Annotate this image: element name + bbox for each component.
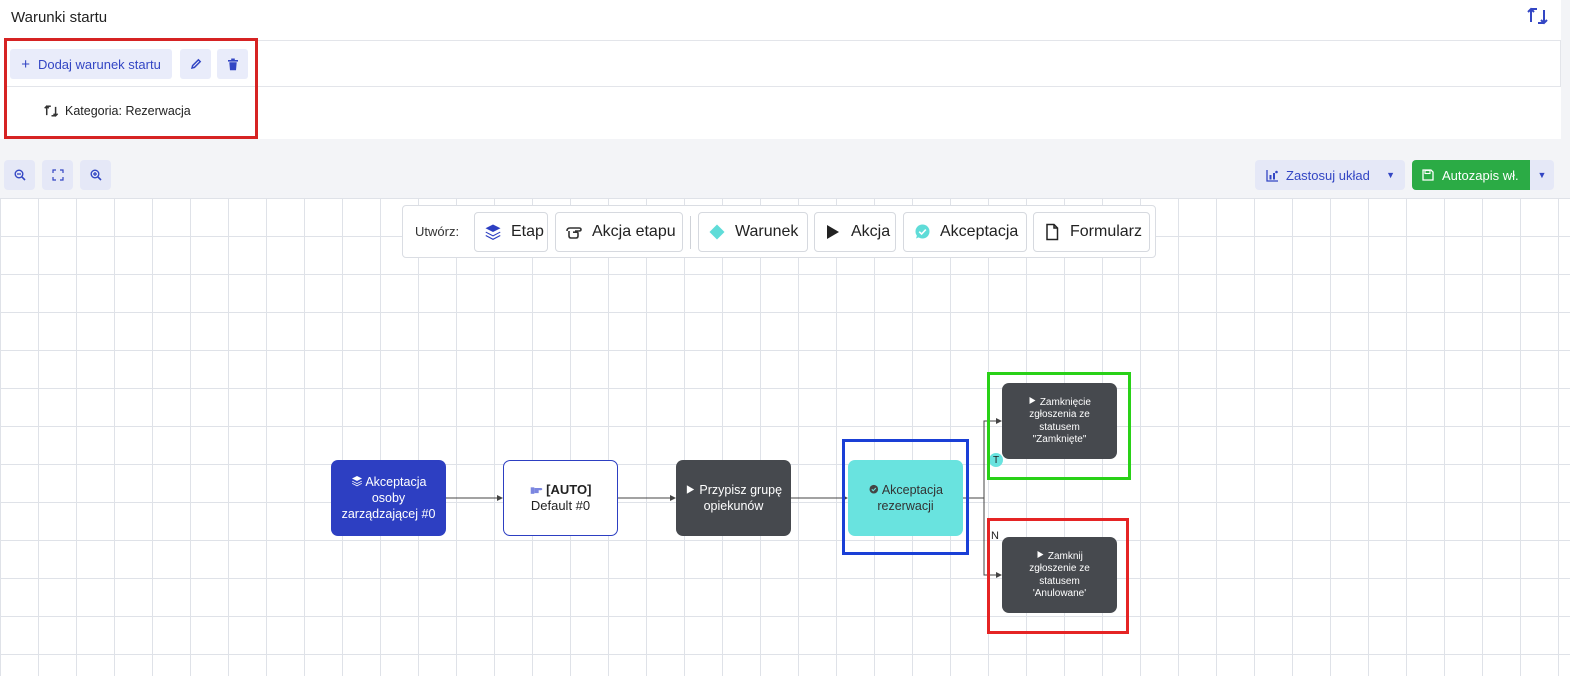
layers-icon bbox=[351, 476, 362, 487]
autosave-dropdown-button[interactable]: ▼ bbox=[1530, 160, 1554, 190]
zoom-out-button[interactable] bbox=[4, 160, 35, 190]
zoom-in-button[interactable] bbox=[80, 160, 111, 190]
add-start-condition-label: Dodaj warunek startu bbox=[37, 56, 161, 72]
play-icon bbox=[686, 485, 695, 494]
create-stage-action-label: Akcja etapu bbox=[592, 223, 676, 240]
approval-chat-icon bbox=[913, 223, 931, 241]
create-form-label: Formularz bbox=[1070, 223, 1143, 240]
accept-node-content: Akceptacja rezerwacji bbox=[848, 482, 963, 514]
conditions-toolbar: + Dodaj warunek startu bbox=[4, 41, 1561, 87]
edit-condition-button[interactable] bbox=[180, 49, 211, 79]
plus-icon: + bbox=[21, 55, 30, 73]
hand-pointer-icon bbox=[530, 487, 542, 494]
workflow-node-stage-action[interactable]: [AUTO] Default #0 bbox=[503, 460, 618, 536]
create-acceptance-label: Akceptacja bbox=[940, 223, 1019, 240]
save-icon bbox=[1422, 169, 1434, 181]
workflow-node-close-closed[interactable]: Zamknięcie zgłoszenia ze statusem "Zamkn… bbox=[1002, 383, 1117, 459]
layers-icon bbox=[484, 223, 502, 241]
create-action-label: Akcja bbox=[851, 223, 891, 240]
branch-true-badge: T bbox=[989, 453, 1003, 467]
start-conditions-panel: Warunki startu + Dodaj warunek startu Ka… bbox=[0, 0, 1561, 139]
delete-condition-button[interactable] bbox=[217, 49, 248, 79]
hand-pointer-icon bbox=[565, 223, 583, 241]
workflow-canvas[interactable] bbox=[0, 198, 1570, 676]
file-icon bbox=[1043, 223, 1061, 241]
assign-node-content: Przypisz grupę opiekunów bbox=[676, 482, 791, 514]
editor-toolbar: Zastosuj układ ▼ Autozapis wł. ▼ bbox=[0, 152, 1570, 198]
create-stage-button[interactable]: Etap bbox=[474, 212, 548, 252]
assign-node-label: Przypisz grupę opiekunów bbox=[699, 483, 783, 513]
create-label: Utwórz: bbox=[415, 224, 460, 239]
apply-layout-button[interactable]: Zastosuj układ ▼ bbox=[1255, 160, 1405, 190]
create-stage-label: Etap bbox=[511, 223, 544, 240]
workflow-node-stage[interactable]: Akceptacja osoby zarządzającej #0 bbox=[331, 460, 446, 536]
condition-item[interactable]: Kategoria: Rezerwacja bbox=[44, 104, 191, 118]
play-icon bbox=[1037, 550, 1044, 558]
create-acceptance-button[interactable]: Akceptacja bbox=[903, 212, 1027, 252]
create-stage-action-button[interactable]: Akcja etapu bbox=[555, 212, 683, 252]
autosave-button[interactable]: Autozapis wł. bbox=[1412, 160, 1530, 190]
palette-divider bbox=[690, 216, 691, 249]
play-icon bbox=[824, 223, 842, 241]
close-no-node-content: Zamknij zgłoszenie ze statusem 'Anulowan… bbox=[1016, 550, 1103, 601]
diamond-icon bbox=[708, 223, 726, 241]
close-yes-node-content: Zamknięcie zgłoszenia ze statusem "Zamkn… bbox=[1016, 396, 1103, 447]
autosave-label: Autozapis wł. bbox=[1442, 167, 1519, 183]
caret-down-icon: ▼ bbox=[1537, 170, 1547, 180]
approval-chat-icon bbox=[869, 484, 879, 494]
workflow-node-assign-group[interactable]: Przypisz grupę opiekunów bbox=[676, 460, 791, 536]
close-yes-node-label: Zamknięcie zgłoszenia ze statusem "Zamkn… bbox=[1029, 396, 1091, 446]
stage-action-label: Default #0 bbox=[530, 498, 591, 513]
accept-node-label: Akceptacja rezerwacji bbox=[877, 483, 943, 513]
pencil-icon bbox=[190, 58, 201, 70]
apply-layout-label: Zastosuj układ bbox=[1286, 167, 1370, 183]
sync-icon[interactable] bbox=[1527, 6, 1549, 26]
layout-chart-icon bbox=[1266, 169, 1278, 182]
workflow-node-acceptance[interactable]: Akceptacja rezerwacji bbox=[848, 460, 963, 536]
play-icon bbox=[1029, 396, 1036, 404]
expand-icon bbox=[51, 169, 64, 181]
trash-icon bbox=[227, 58, 238, 70]
zoom-in-icon bbox=[90, 169, 102, 181]
condition-label: Kategoria: Rezerwacja bbox=[65, 104, 191, 118]
stage-action-tag: [AUTO] bbox=[546, 482, 592, 497]
conditions-box: + Dodaj warunek startu Kategoria: Rezerw… bbox=[4, 40, 1561, 139]
caret-down-icon: ▼ bbox=[1386, 170, 1395, 180]
page-title: Warunki startu bbox=[11, 9, 108, 26]
stage-node-content: Akceptacja osoby zarządzającej #0 bbox=[337, 474, 440, 522]
create-action-button[interactable]: Akcja bbox=[814, 212, 896, 252]
sync-icon bbox=[44, 105, 59, 117]
stage-action-node-content: [AUTO] Default #0 bbox=[530, 482, 592, 514]
fit-view-button[interactable] bbox=[42, 160, 73, 190]
create-condition-label: Warunek bbox=[735, 223, 799, 240]
workflow-node-close-cancelled[interactable]: Zamknij zgłoszenie ze statusem 'Anulowan… bbox=[1002, 537, 1117, 613]
zoom-out-icon bbox=[14, 169, 26, 181]
create-palette: Utwórz: Etap Akcja etapu Warunek Akcja A… bbox=[402, 205, 1156, 258]
create-condition-button[interactable]: Warunek bbox=[698, 212, 808, 252]
branch-false-label: N bbox=[991, 530, 999, 542]
add-start-condition-button[interactable]: + Dodaj warunek startu bbox=[10, 49, 172, 79]
create-form-button[interactable]: Formularz bbox=[1033, 212, 1150, 252]
